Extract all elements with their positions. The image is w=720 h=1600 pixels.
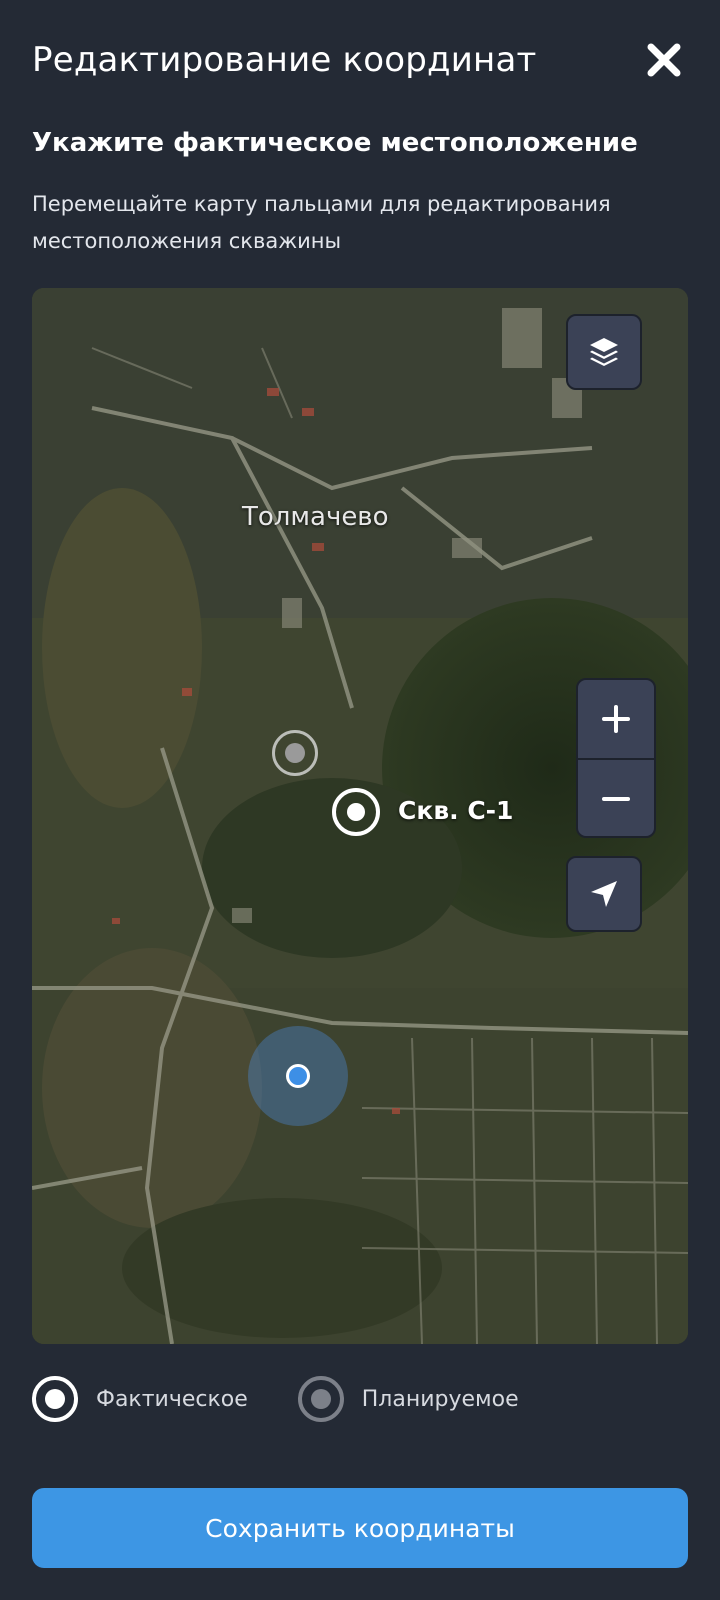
actual-location-marker[interactable]	[332, 788, 380, 836]
save-coordinates-button[interactable]: Сохранить координаты	[32, 1488, 688, 1568]
radio-actual[interactable]: Фактическое	[32, 1376, 248, 1422]
header: Редактирование координат	[32, 28, 688, 92]
radio-planned-indicator	[297, 1376, 344, 1422]
zoom-in-button[interactable]	[578, 680, 654, 758]
minus-icon	[602, 797, 630, 801]
zoom-out-button[interactable]	[578, 758, 654, 836]
planned-location-marker[interactable]	[272, 730, 318, 776]
user-location-dot	[248, 1026, 348, 1126]
page-title: Редактирование координат	[32, 40, 537, 80]
map-view[interactable]: Толмачево Скв. С-1	[32, 288, 688, 1344]
radio-actual-indicator	[32, 1376, 78, 1422]
plus-icon	[602, 705, 630, 733]
layers-icon	[590, 338, 618, 366]
location-type-selector: Фактическое Планируемое	[32, 1376, 519, 1422]
radio-actual-label: Фактическое	[96, 1386, 248, 1412]
map-place-label: Толмачево	[242, 502, 389, 532]
radio-planned[interactable]: Планируемое	[297, 1376, 519, 1422]
well-label: Скв. С-1	[398, 796, 514, 825]
layers-button[interactable]	[566, 314, 642, 390]
close-button[interactable]	[640, 36, 688, 84]
my-location-button[interactable]	[566, 856, 642, 932]
navigation-arrow-icon	[591, 881, 617, 907]
close-icon	[647, 43, 681, 77]
instruction-text: Перемещайте карту пальцами для редактиро…	[32, 192, 611, 253]
radio-planned-label: Планируемое	[361, 1386, 519, 1412]
instruction-title: Укажите фактическое местоположение	[32, 128, 638, 158]
zoom-controls	[576, 678, 656, 838]
